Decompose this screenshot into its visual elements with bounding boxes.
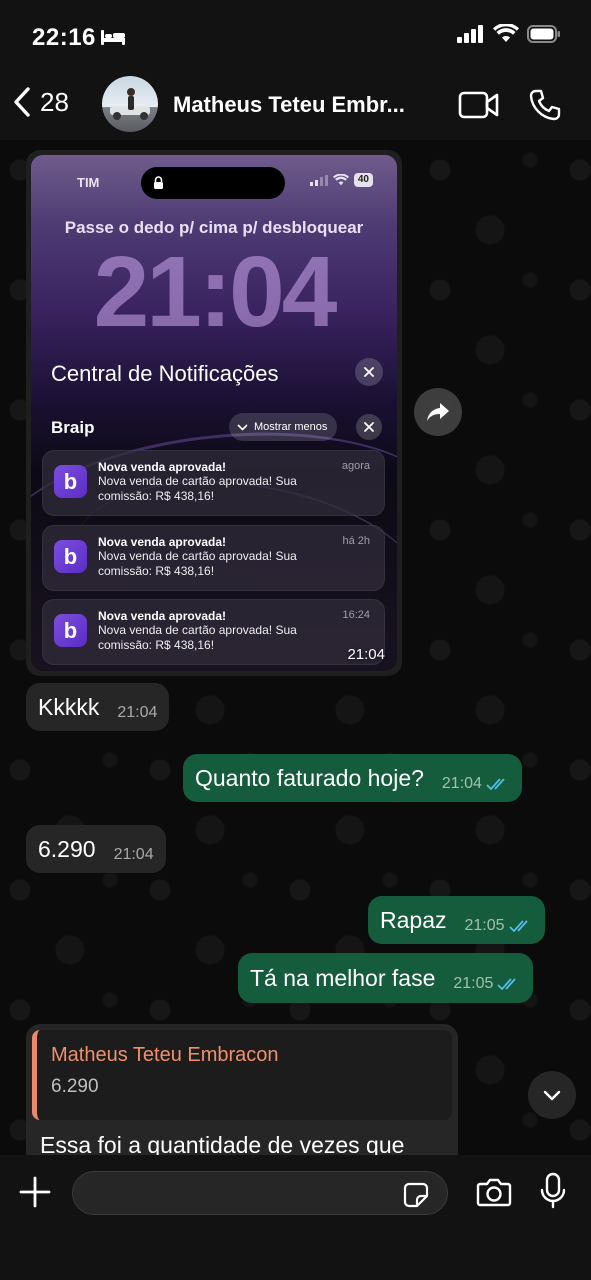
reply-message[interactable]: Matheus Teteu Embracon 6.290 Essa foi a … bbox=[26, 1024, 458, 1155]
carrier-label: TIM bbox=[77, 175, 100, 190]
message-text: Rapaz bbox=[380, 906, 447, 933]
quoted-message[interactable]: Matheus Teteu Embracon 6.290 bbox=[32, 1030, 452, 1120]
incoming-message[interactable]: Kkkkk 21:04 bbox=[26, 683, 170, 731]
braip-app-icon: b bbox=[54, 465, 87, 498]
chevron-left-icon bbox=[14, 87, 30, 117]
braip-app-icon: b bbox=[54, 540, 87, 573]
quoted-author: Matheus Teteu Embracon bbox=[51, 1044, 279, 1066]
forward-button[interactable] bbox=[414, 388, 462, 436]
signal-icon bbox=[309, 174, 328, 186]
camera-icon[interactable] bbox=[476, 1177, 512, 1207]
app-group-name: Braip bbox=[51, 418, 95, 437]
video-call-icon[interactable] bbox=[458, 90, 500, 120]
close-icon bbox=[355, 358, 383, 386]
status-bar: 22:16 bbox=[0, 0, 591, 70]
wifi-icon bbox=[332, 174, 349, 186]
battery-icon bbox=[527, 24, 560, 43]
notification-card: b Nova venda aprovada! há 2h Nova venda … bbox=[42, 525, 385, 591]
chat-header: 28 Matheus Teteu Embr... bbox=[0, 70, 591, 140]
outgoing-message[interactable]: Quanto faturado hoje? 21:04 bbox=[183, 754, 522, 802]
contact-name[interactable]: Matheus Teteu Embr... bbox=[173, 92, 405, 118]
outgoing-message[interactable]: Rapaz 21:05 bbox=[368, 896, 545, 944]
battery-level: 40 bbox=[353, 173, 373, 187]
bed-icon bbox=[101, 30, 125, 45]
message-time: 21:05 bbox=[453, 975, 494, 992]
notification-card: b Nova venda aprovada! agora Nova venda … bbox=[42, 450, 385, 516]
read-receipt-icon bbox=[486, 778, 505, 791]
microphone-icon[interactable] bbox=[540, 1172, 566, 1210]
incoming-message[interactable]: 6.290 21:04 bbox=[26, 825, 166, 873]
message-time: 21:05 bbox=[464, 917, 505, 934]
message-text: Tá na melhor fase bbox=[250, 964, 436, 991]
message-input[interactable] bbox=[89, 1172, 389, 1214]
chevron-down-icon bbox=[543, 1090, 561, 1100]
scroll-to-bottom-button[interactable] bbox=[528, 1071, 576, 1119]
sticker-icon[interactable] bbox=[403, 1182, 429, 1208]
message-text: Kkkkk bbox=[38, 693, 100, 720]
message-time: 21:04 bbox=[441, 775, 482, 792]
image-message[interactable]: TIM 40 Passe o dedo p/ cima p/ desbloque… bbox=[26, 150, 402, 676]
message-text: Quanto faturado hoje? bbox=[195, 764, 424, 791]
dynamic-island bbox=[141, 167, 285, 199]
read-receipt-icon bbox=[497, 978, 517, 991]
read-receipt-icon bbox=[508, 920, 528, 933]
lockscreen-screenshot[interactable]: TIM 40 Passe o dedo p/ cima p/ desbloque… bbox=[31, 155, 397, 671]
unread-count: 28 bbox=[40, 86, 69, 117]
show-less-label: Mostrar menos bbox=[254, 421, 328, 433]
close-icon bbox=[356, 414, 382, 440]
braip-app-icon: b bbox=[54, 614, 87, 647]
outgoing-message[interactable]: Tá na melhor fase 21:05 bbox=[238, 953, 534, 1003]
chevron-down-icon bbox=[237, 423, 248, 431]
message-time: 21:04 bbox=[117, 704, 158, 721]
signal-icon bbox=[457, 24, 483, 43]
notification-card: b Nova venda aprovada! 16:24 Nova venda … bbox=[42, 599, 385, 665]
message-text: 6.290 bbox=[38, 835, 96, 862]
lockscreen-time: 21:04 bbox=[93, 236, 338, 348]
back-button[interactable]: 28 bbox=[12, 86, 69, 118]
forward-icon bbox=[427, 403, 449, 421]
show-less-pill: Mostrar menos bbox=[229, 413, 338, 441]
composer-bar bbox=[0, 1155, 591, 1280]
chat-area[interactable]: TIM 40 Passe o dedo p/ cima p/ desbloque… bbox=[0, 140, 591, 1155]
phone-icon[interactable] bbox=[528, 88, 562, 122]
status-time: 22:16 bbox=[32, 24, 96, 51]
message-text: Essa foi a quantidade de vezes que bbox=[40, 1132, 405, 1155]
quoted-text: 6.290 bbox=[51, 1076, 99, 1097]
message-time: 21:04 bbox=[113, 846, 154, 863]
plus-icon[interactable] bbox=[18, 1175, 52, 1209]
message-input-container[interactable] bbox=[72, 1171, 448, 1215]
message-time: 21:04 bbox=[347, 646, 385, 663]
avatar[interactable] bbox=[102, 76, 158, 132]
lock-icon bbox=[154, 176, 163, 189]
wifi-icon bbox=[493, 24, 519, 42]
notification-center-title: Central de Notificações bbox=[51, 361, 279, 386]
